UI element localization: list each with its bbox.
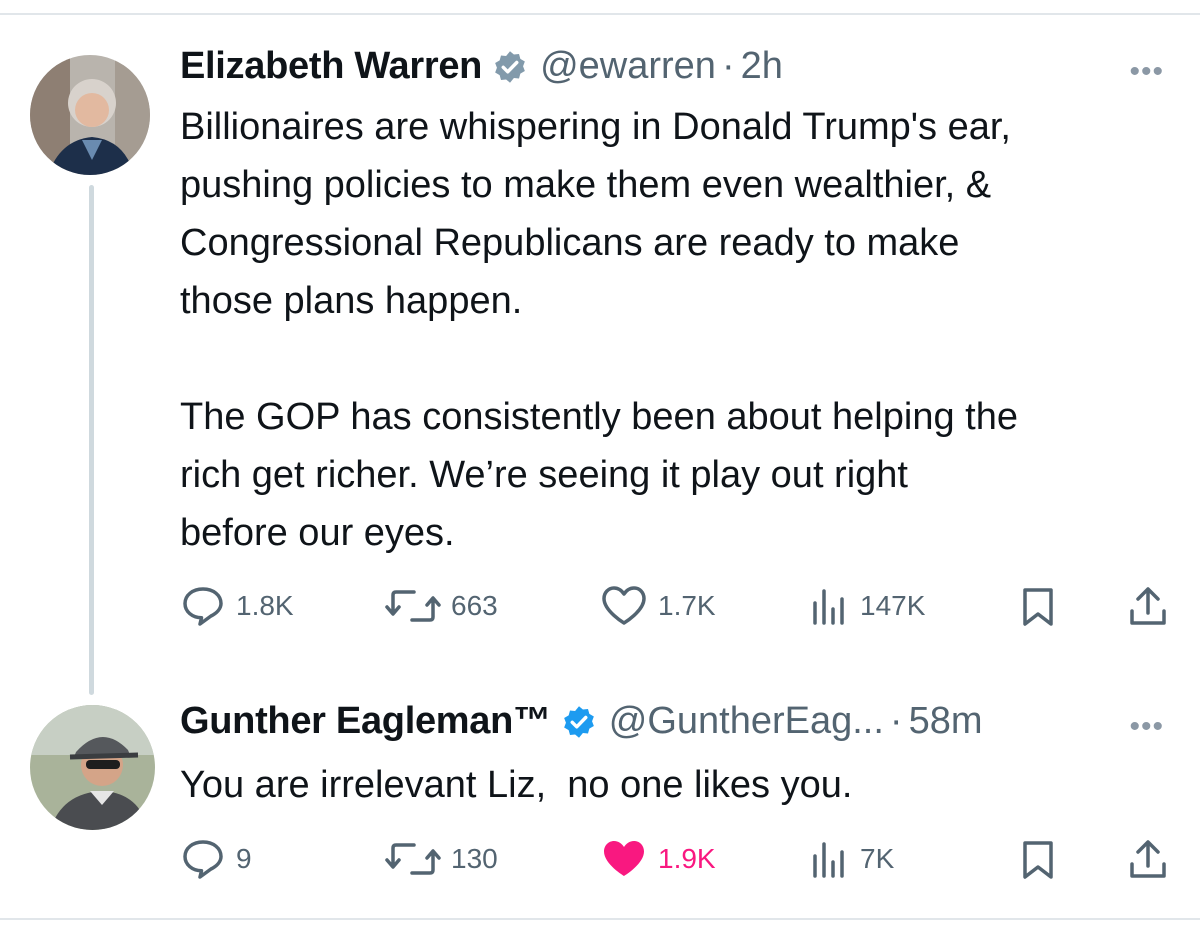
action-bar: 1.8K 663 1.7K 147K (180, 585, 1170, 629)
like-icon (602, 586, 646, 625)
like-icon (604, 841, 644, 876)
repost-count: 663 (451, 590, 498, 621)
reply-icon (183, 840, 223, 879)
thread-line (89, 185, 94, 695)
views-button[interactable]: 147K (810, 585, 925, 627)
tweet-header: Gunther Eagleman™ @GuntherEag... · 58m (180, 700, 983, 743)
like-count: 1.9K (658, 843, 716, 874)
views-button[interactable]: 7K (810, 838, 894, 880)
like-button[interactable]: 1.7K (600, 585, 716, 627)
like-button[interactable]: 1.9K (600, 838, 716, 880)
bottom-divider (0, 918, 1200, 920)
share-button[interactable] (1128, 585, 1168, 629)
separator-dot: · (721, 45, 735, 87)
repost-button[interactable]: 663 (385, 585, 498, 627)
timestamp[interactable]: 2h (741, 45, 783, 88)
more-icon[interactable]: ••• (1129, 55, 1164, 89)
author-handle[interactable]: @ewarren (540, 45, 716, 88)
verified-badge-icon (563, 705, 594, 738)
like-count: 1.7K (658, 590, 716, 621)
reply-icon (183, 587, 223, 626)
bookmark-button[interactable] (1020, 585, 1056, 629)
views-icon (813, 589, 844, 625)
bookmark-icon (1023, 588, 1053, 626)
author-name[interactable]: Gunther Eagleman™ (180, 700, 551, 743)
top-divider (0, 13, 1200, 15)
repost-count: 130 (451, 843, 498, 874)
action-bar: 9 130 1.9K 7K (180, 838, 1170, 882)
tweet-header: Elizabeth Warren @ewarren · 2h (180, 45, 783, 88)
verified-badge-icon (495, 50, 525, 83)
timestamp[interactable]: 58m (909, 700, 983, 743)
repost-icon (385, 843, 441, 875)
avatar[interactable] (30, 55, 150, 175)
bookmark-icon (1023, 841, 1053, 879)
views-icon (813, 842, 844, 878)
share-icon (1130, 587, 1166, 625)
repost-button[interactable]: 130 (385, 838, 498, 880)
avatar[interactable] (30, 705, 155, 830)
reply-button[interactable]: 1.8K (180, 585, 294, 627)
tweet-text: Billionaires are whispering in Donald Tr… (180, 106, 1018, 554)
repost-icon (385, 590, 441, 622)
share-button[interactable] (1128, 838, 1168, 882)
views-count: 147K (860, 590, 926, 621)
views-count: 7K (860, 843, 895, 874)
share-icon (1130, 840, 1166, 878)
reply-count: 9 (236, 843, 252, 874)
tweet-text: You are irrelevant Liz, no one likes you… (180, 764, 853, 806)
bookmark-button[interactable] (1020, 838, 1056, 882)
reply-button[interactable]: 9 (180, 838, 252, 880)
reply-count: 1.8K (236, 590, 294, 621)
separator-dot: · (889, 700, 903, 742)
author-handle[interactable]: @GuntherEag... (609, 700, 884, 743)
more-icon[interactable]: ••• (1129, 710, 1164, 744)
author-name[interactable]: Elizabeth Warren (180, 45, 482, 88)
